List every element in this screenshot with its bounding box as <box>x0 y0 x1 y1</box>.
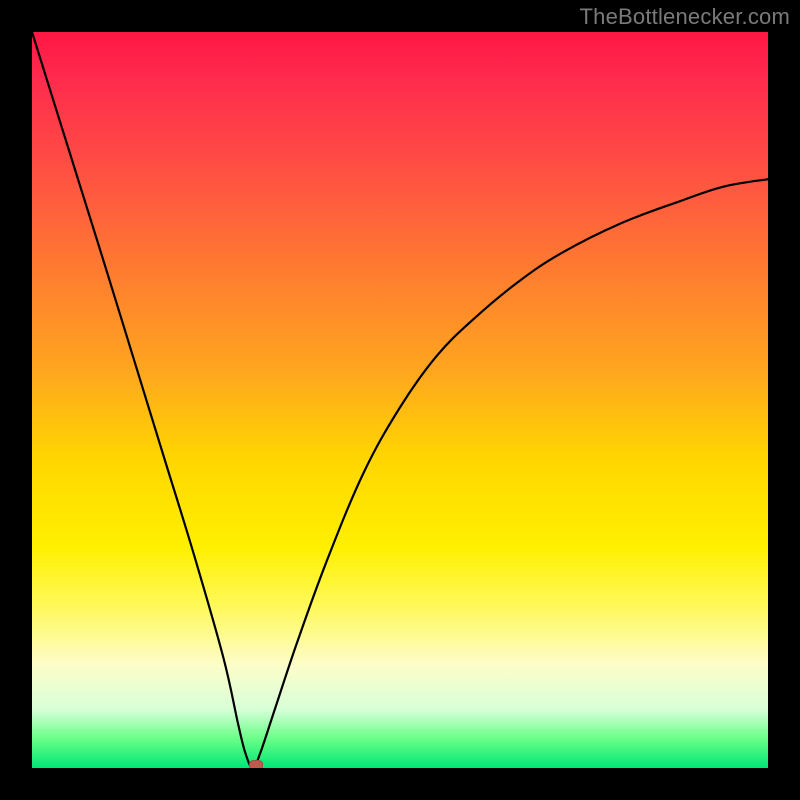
watermark-text: TheBottlenecker.com <box>580 4 790 30</box>
plot-area <box>32 32 768 768</box>
bottleneck-curve <box>32 32 768 768</box>
optimal-point-marker <box>249 760 263 768</box>
chart-frame: TheBottlenecker.com <box>0 0 800 800</box>
